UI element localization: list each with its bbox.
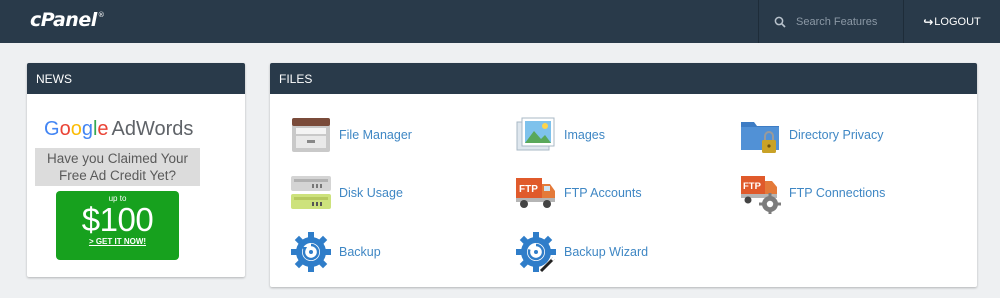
directory-privacy-label: Directory Privacy <box>789 128 884 142</box>
file-manager-label: File Manager <box>339 128 412 142</box>
adwords-text: AdWords <box>111 118 194 140</box>
news-title: NEWS <box>36 71 72 86</box>
backup-label: Backup <box>339 245 381 259</box>
disk-usage-label: Disk Usage <box>339 186 403 200</box>
ftp-connections-link[interactable]: FTP FTP Connections <box>740 172 885 214</box>
ftp-accounts-label: FTP Accounts <box>564 186 642 200</box>
ftp-connections-icon: FTP <box>741 176 781 214</box>
logout-button[interactable]: ↪ LOGOUT <box>903 0 1000 43</box>
directory-privacy-link[interactable]: Directory Privacy <box>740 114 883 156</box>
google-letter: G <box>44 118 60 140</box>
backup-wizard-link[interactable]: Backup Wizard <box>515 231 648 273</box>
ad-headline-line2: Free Ad Credit Yet? <box>58 168 177 183</box>
news-panel-header: NEWS <box>27 63 245 94</box>
ftp-accounts-icon: FTP <box>516 178 555 208</box>
images-link[interactable]: Images <box>515 114 605 156</box>
logout-icon: ↪ <box>923 14 934 29</box>
files-panel-header: FILES <box>270 63 977 94</box>
backup-icon <box>291 232 331 272</box>
search-input[interactable] <box>796 15 896 28</box>
ad-credit-button[interactable]: up to $100 > GET IT NOW! <box>56 191 179 260</box>
news-panel: NEWS Google AdWords Have you Claimed Your… <box>27 63 245 277</box>
ad-amount: $100 <box>81 201 154 238</box>
adwords-ad[interactable]: Google AdWords Have you Claimed Your Free… <box>35 94 237 274</box>
svg-text:FTP: FTP <box>519 184 538 195</box>
ad-headline-line1: Have you Claimed Your <box>46 151 189 166</box>
google-adwords-logo: Google AdWords <box>44 118 193 141</box>
logout-label: LOGOUT <box>934 15 981 28</box>
search-features[interactable] <box>758 0 903 43</box>
backup-link[interactable]: Backup <box>290 231 381 273</box>
files-panel: FILES File Manager Images Directory Priv… <box>270 63 977 287</box>
ftp-accounts-link[interactable]: FTP FTP Accounts <box>515 172 642 214</box>
registered-mark: ® <box>97 11 105 19</box>
backup-wizard-icon <box>516 232 557 273</box>
google-letter: o <box>70 118 82 140</box>
google-letter: e <box>97 118 109 140</box>
ftp-connections-label: FTP Connections <box>789 186 886 200</box>
svg-text:FTP: FTP <box>743 181 762 192</box>
file-manager-link[interactable]: File Manager <box>290 114 412 156</box>
directory-privacy-icon <box>741 122 779 153</box>
files-title: FILES <box>279 71 313 86</box>
cpanel-logo[interactable]: cPanel® <box>30 9 105 31</box>
images-icon <box>516 117 555 151</box>
disk-usage-icon <box>291 176 331 209</box>
images-label: Images <box>564 128 605 142</box>
file-manager-icon <box>292 118 330 152</box>
google-letter: g <box>81 118 93 140</box>
top-navbar: cPanel® ↪ LOGOUT <box>0 0 1000 43</box>
disk-usage-link[interactable]: Disk Usage <box>290 172 403 214</box>
logo-text: cPanel <box>30 9 97 31</box>
google-letter: o <box>59 118 71 140</box>
search-icon <box>774 16 786 28</box>
ad-cta-link[interactable]: > GET IT NOW! <box>56 237 179 246</box>
backup-wizard-label: Backup Wizard <box>564 245 649 259</box>
ad-headline: Have you Claimed Your Free Ad Credit Yet… <box>35 148 200 186</box>
